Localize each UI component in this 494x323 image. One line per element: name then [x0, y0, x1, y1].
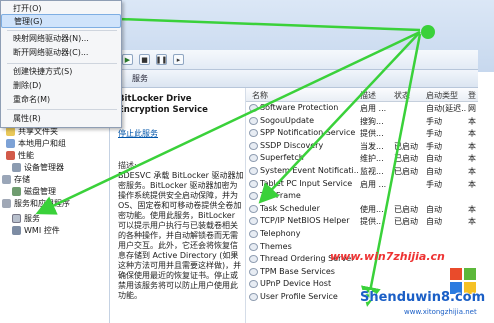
menu-item-map-drive[interactable]: 映射网络驱动器(N)... [1, 32, 121, 46]
arrow-origin [421, 25, 435, 39]
watermark-url: www.xitongzhijia.net [404, 308, 477, 316]
menu-item-manage[interactable]: 管理(G) [1, 14, 121, 28]
watermark-brand: Shenduwin8.com [360, 290, 486, 305]
watermark-site-top: www.win7zhijia.cn [330, 250, 445, 263]
watermark: Shenduwin8.com www.xitongzhijia.net [352, 266, 492, 322]
menu-separator [7, 109, 117, 110]
menu-separator [7, 30, 117, 31]
menu-item-delete[interactable]: 删除(D) [1, 79, 121, 93]
menu-item-disconnect-drive[interactable]: 断开网络驱动器(C)... [1, 46, 121, 60]
arrow-to-manage [87, 8, 421, 32]
arrow-to-list [258, 31, 421, 204]
menu-separator [7, 63, 117, 64]
menu-item-properties[interactable]: 属性(R) [1, 112, 121, 126]
menu-item-rename[interactable]: 重命名(M) [1, 93, 121, 107]
menu-item-create-shortcut[interactable]: 创建快捷方式(S) [1, 65, 121, 79]
context-menu: 打开(O) 管理(G) 映射网络驱动器(N)... 断开网络驱动器(C)... … [0, 0, 122, 128]
